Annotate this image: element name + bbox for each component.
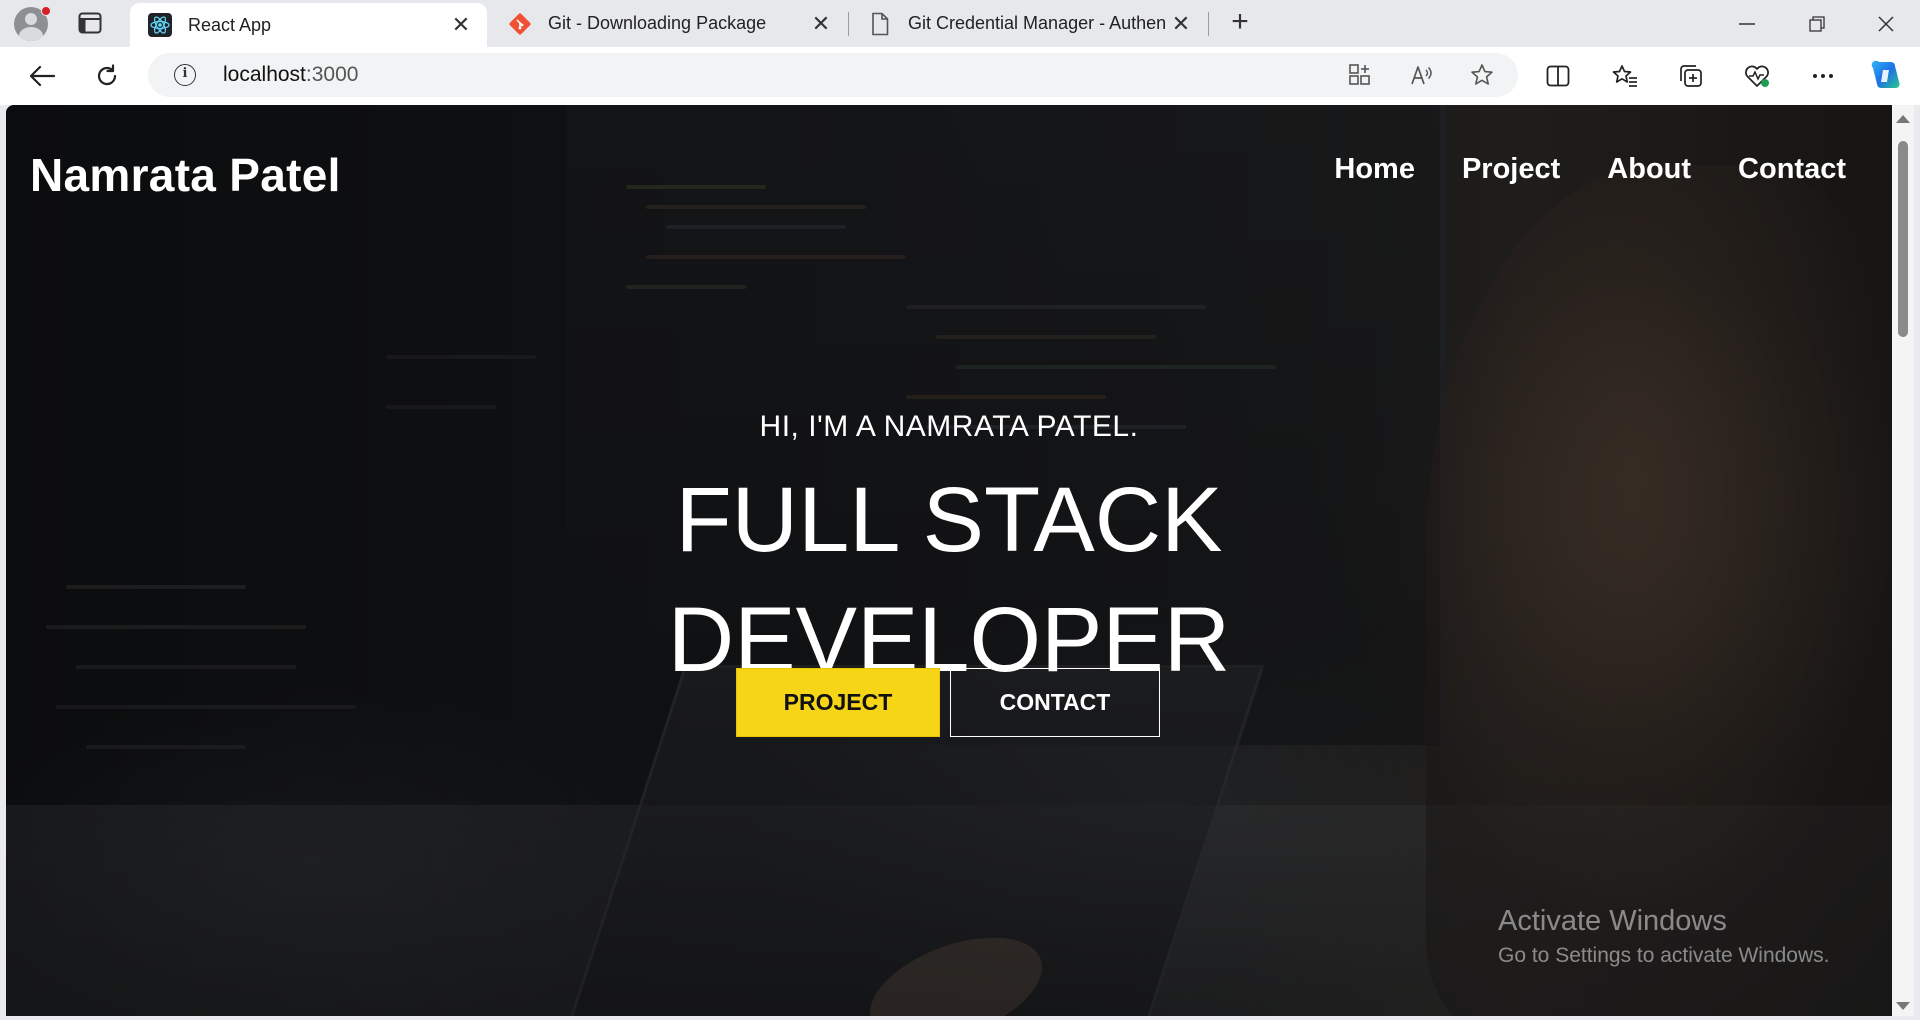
page-scrollbar[interactable] bbox=[1892, 105, 1914, 1016]
favorite-star-icon[interactable] bbox=[1468, 61, 1496, 89]
browser-essentials-icon[interactable] bbox=[1737, 56, 1777, 96]
close-window-icon[interactable] bbox=[1856, 0, 1916, 47]
back-arrow-icon[interactable] bbox=[22, 56, 62, 96]
profile-notification-dot bbox=[41, 6, 51, 16]
split-screen-icon[interactable] bbox=[1538, 56, 1578, 96]
watermark-subtitle: Go to Settings to activate Windows. bbox=[1498, 944, 1830, 967]
tab-git-downloading[interactable]: Git - Downloading Package ✕ bbox=[490, 0, 847, 47]
hero-title-line-1: FULL STACK bbox=[675, 469, 1223, 571]
read-aloud-icon[interactable] bbox=[1408, 61, 1436, 89]
tab-actions-icon[interactable] bbox=[78, 12, 102, 34]
minimize-icon[interactable] bbox=[1717, 0, 1777, 47]
hero-intro: HI, I'M A NAMRATA PATEL. bbox=[759, 410, 1139, 443]
tab-title: React App bbox=[188, 14, 272, 35]
app-available-icon[interactable] bbox=[1346, 61, 1374, 89]
tab-strip: React App ✕ Git - Downloading Package ✕ … bbox=[0, 0, 1920, 47]
react-icon bbox=[148, 13, 172, 37]
close-tab-icon[interactable]: ✕ bbox=[1167, 10, 1195, 38]
tab-separator bbox=[1208, 12, 1209, 36]
git-icon bbox=[508, 12, 532, 36]
browser-toolbar: i localhost:3000 bbox=[0, 47, 1920, 105]
nav-about[interactable]: About bbox=[1607, 153, 1691, 186]
main-nav: Home Project About Contact bbox=[1287, 153, 1846, 186]
refresh-icon[interactable] bbox=[87, 56, 127, 96]
new-tab-icon[interactable]: + bbox=[1225, 7, 1255, 38]
project-button[interactable]: PROJECT bbox=[736, 668, 940, 737]
page-icon bbox=[868, 12, 892, 36]
scroll-up-arrow-icon[interactable] bbox=[1896, 115, 1910, 123]
nav-home[interactable]: Home bbox=[1334, 153, 1415, 186]
contact-button[interactable]: CONTACT bbox=[950, 668, 1160, 737]
nav-project[interactable]: Project bbox=[1462, 153, 1560, 186]
tab-separator bbox=[848, 12, 849, 36]
address-bar[interactable]: i localhost:3000 bbox=[148, 53, 1518, 97]
tab-git-credential-manager[interactable]: Git Credential Manager - Authen ✕ bbox=[850, 0, 1207, 47]
tab-react-app[interactable]: React App ✕ bbox=[130, 3, 487, 47]
page-viewport: Namrata Patel Home Project About Contact… bbox=[6, 105, 1892, 1016]
site-info-icon[interactable]: i bbox=[174, 64, 196, 86]
favorites-icon[interactable] bbox=[1605, 56, 1645, 96]
close-tab-icon[interactable]: ✕ bbox=[807, 10, 835, 38]
watermark-title: Activate Windows bbox=[1498, 905, 1727, 937]
close-tab-icon[interactable]: ✕ bbox=[447, 11, 475, 39]
scrollbar-thumb[interactable] bbox=[1898, 141, 1908, 337]
tab-title: Git Credential Manager - Authen bbox=[908, 13, 1167, 33]
brand-logo[interactable]: Namrata Patel bbox=[30, 148, 341, 202]
nav-contact[interactable]: Contact bbox=[1738, 153, 1846, 186]
scroll-down-arrow-icon[interactable] bbox=[1896, 1002, 1910, 1010]
collections-icon[interactable] bbox=[1671, 56, 1711, 96]
activate-windows-watermark: Activate Windows Go to Settings to activ… bbox=[1498, 905, 1830, 968]
more-options-icon[interactable] bbox=[1803, 56, 1843, 96]
hero-title-line-2: DEVELOPER bbox=[667, 589, 1231, 691]
tab-title: Git - Downloading Package bbox=[548, 13, 767, 33]
url-text: localhost:3000 bbox=[223, 63, 359, 86]
restore-icon[interactable] bbox=[1787, 0, 1847, 47]
copilot-icon[interactable] bbox=[1866, 56, 1906, 96]
